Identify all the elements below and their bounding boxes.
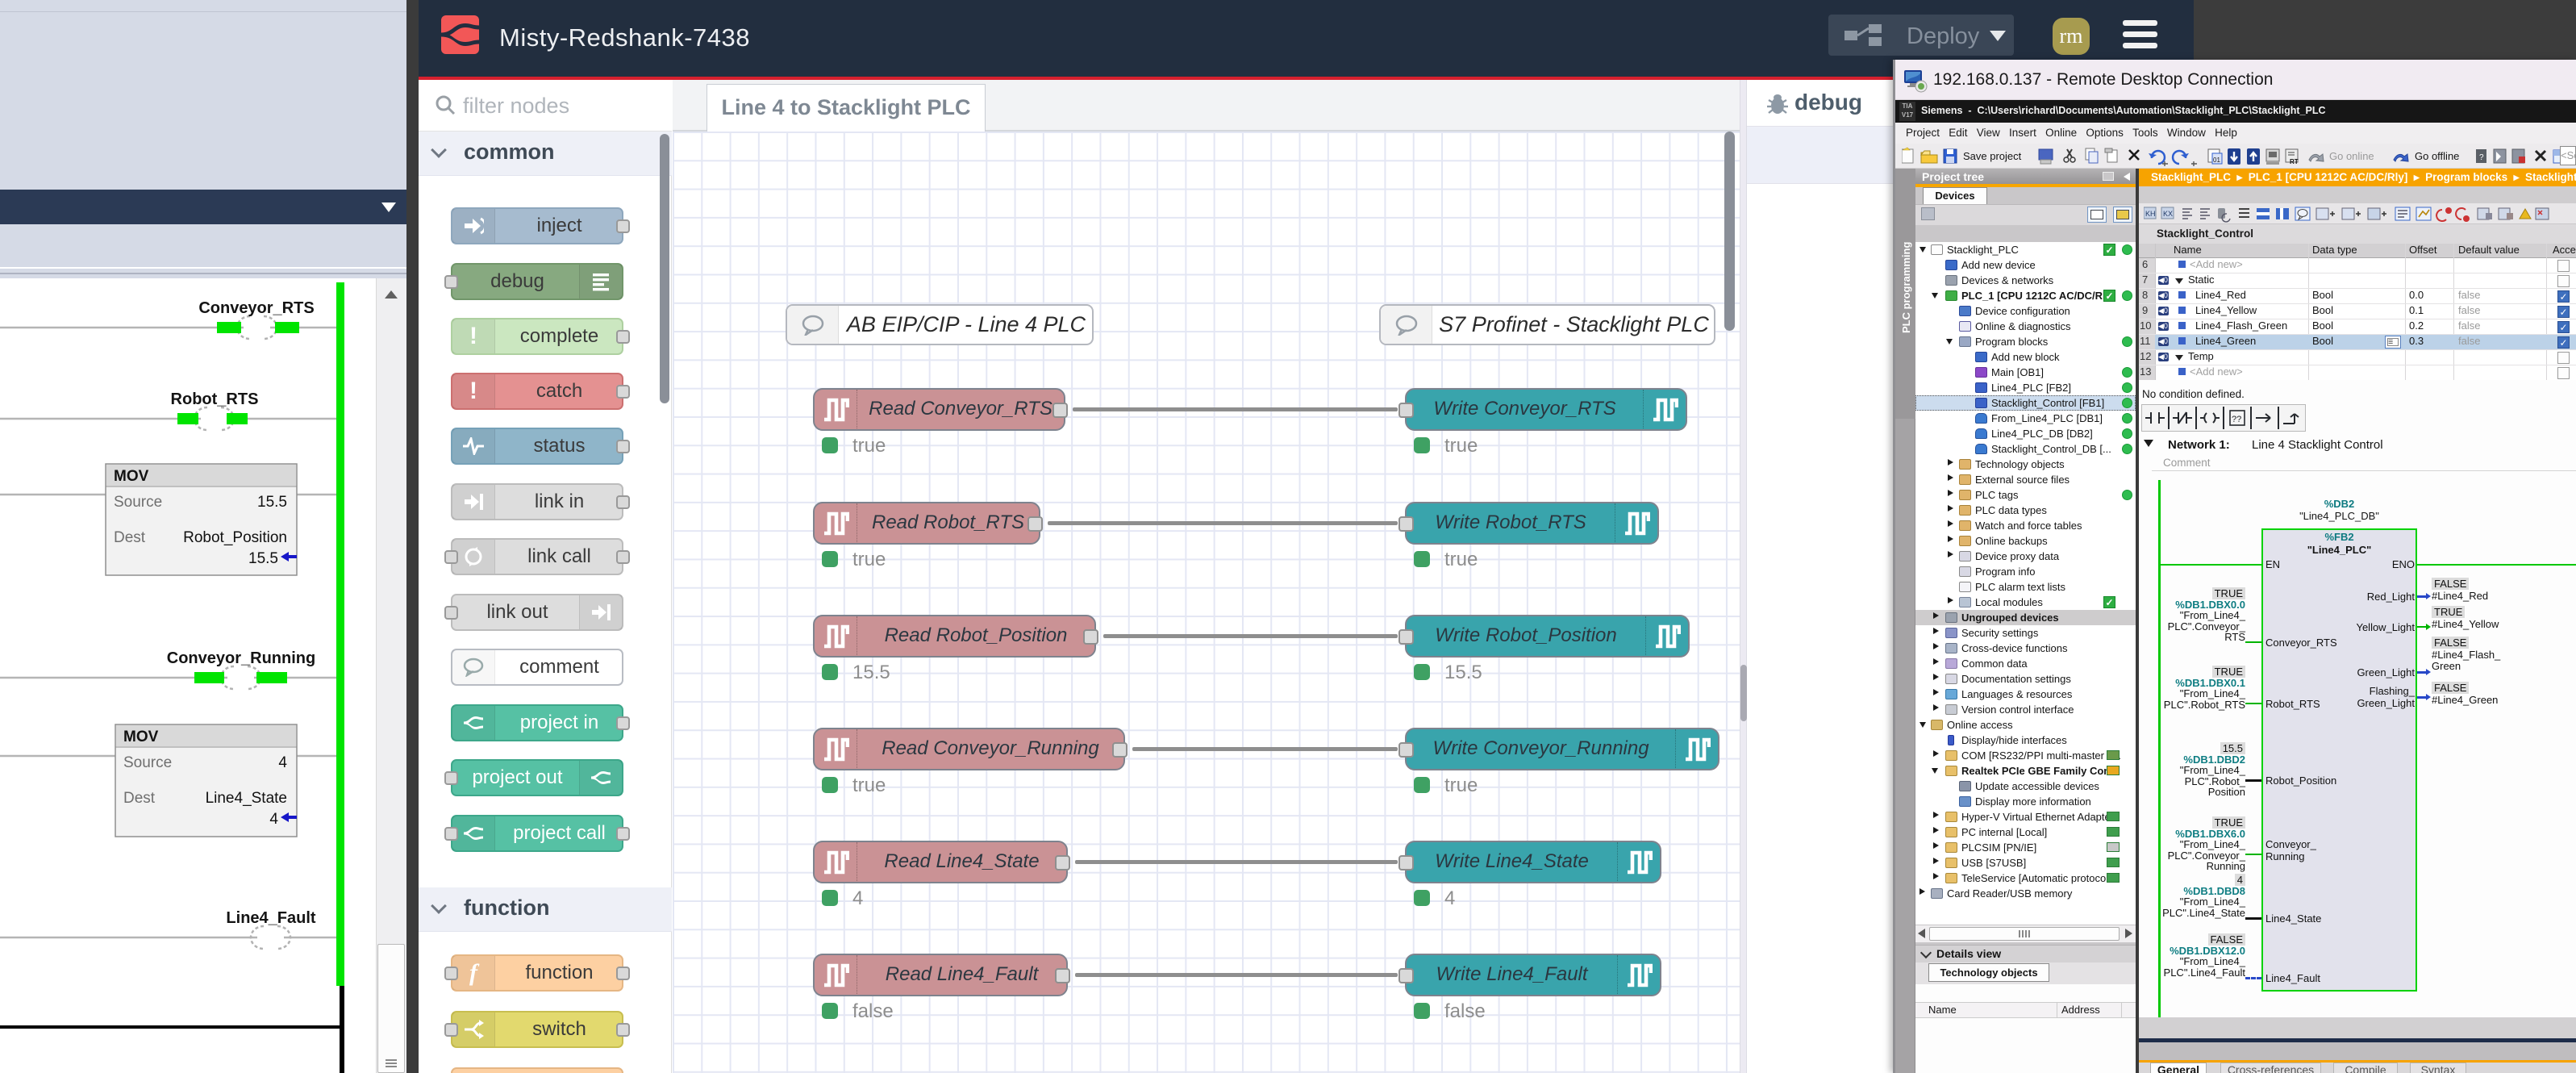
- svg-text:Robot_Position: Robot_Position: [183, 529, 287, 546]
- svg-text:MOV: MOV: [123, 729, 159, 745]
- svg-text:15.5: 15.5: [248, 550, 278, 567]
- svg-text:4: 4: [278, 754, 287, 771]
- svg-text:Conveyor_RTS: Conveyor_RTS: [198, 299, 314, 317]
- svg-text:Dest: Dest: [123, 790, 156, 807]
- svg-text:Source: Source: [114, 494, 162, 511]
- svg-text:Line4_State: Line4_State: [206, 790, 287, 807]
- svg-text:Conveyor_Running: Conveyor_Running: [167, 649, 315, 667]
- svg-text:KX: KX: [2163, 210, 2173, 218]
- svg-text:15.5: 15.5: [257, 494, 287, 511]
- svg-text:Robot_RTS: Robot_RTS: [171, 390, 259, 408]
- svg-text:MOV: MOV: [114, 468, 149, 485]
- svg-text:RT: RT: [2290, 158, 2299, 165]
- svg-text:KH: KH: [2145, 210, 2156, 218]
- svg-text:Go online: Go online: [2329, 150, 2374, 162]
- svg-text:?: ?: [2479, 153, 2484, 162]
- svg-text:01: 01: [2213, 157, 2220, 164]
- svg-text:Dest: Dest: [114, 529, 146, 546]
- svg-text:4: 4: [269, 811, 278, 828]
- svg-text:??: ??: [2232, 415, 2241, 424]
- svg-text:Save project: Save project: [1963, 150, 2022, 162]
- svg-text:Line4_Fault: Line4_Fault: [226, 909, 315, 927]
- svg-text:Go offline: Go offline: [2415, 150, 2459, 162]
- svg-text:Source: Source: [123, 754, 172, 771]
